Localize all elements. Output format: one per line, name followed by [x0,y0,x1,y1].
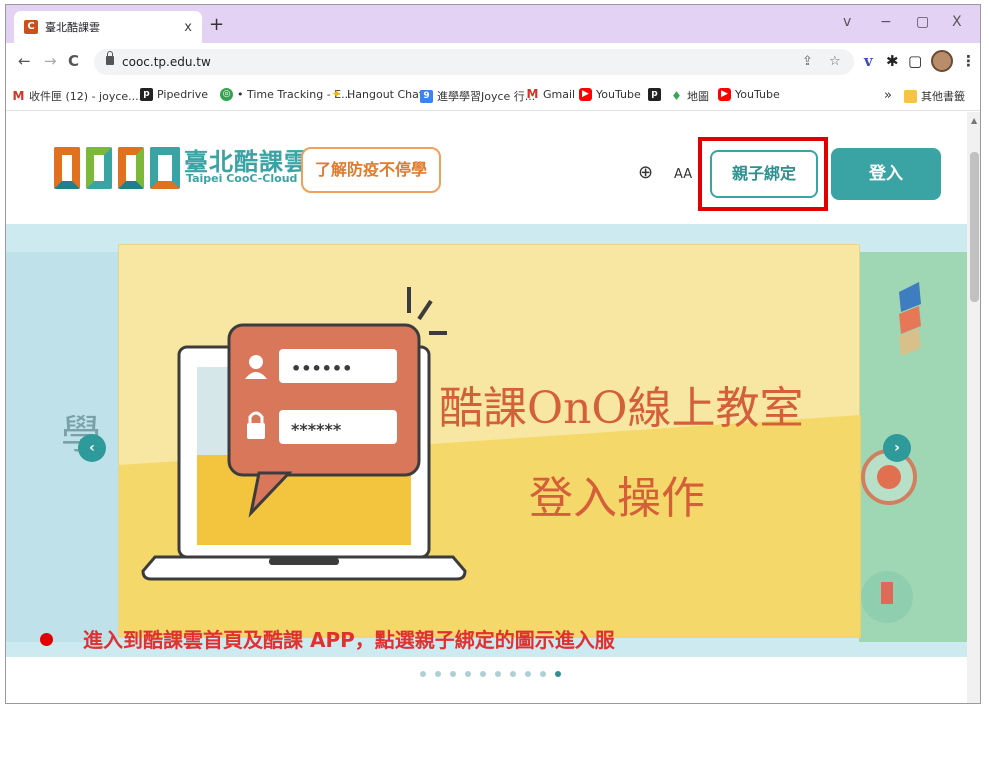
vertical-scrollbar[interactable]: ▲ [967,112,980,703]
bookmark-label: Hangout Chat [347,88,424,101]
scroll-up-arrow-icon[interactable]: ▲ [971,116,977,125]
bookmark-label: 收件匣 (12) - joyce.... [29,90,143,103]
bookmark-item[interactable]: M 收件匣 (12) - joyce.... [12,88,143,104]
pipedrive-icon: p [648,88,661,101]
logo-subtitle: Taipei CooC-Cloud [186,172,298,185]
covid-learning-button[interactable]: 了解防疫不停學 [301,147,441,193]
forward-button[interactable]: → [44,53,57,69]
parent-binding-button[interactable]: 親子綁定 [710,150,818,198]
address-bar[interactable]: cooc.tp.edu.tw ⇪ ☆ [94,49,854,75]
bookmark-label: 其他書籤 [921,90,965,103]
cooc-logo[interactable] [54,147,184,189]
new-tab-button[interactable]: + [209,16,224,34]
browser-window: C 臺北酷課雲 x + v − ▢ X ← → C cooc.tp.edu.tw… [5,4,981,704]
bookmark-item[interactable]: p [648,88,665,101]
bookmark-label: 地圖 [687,90,709,103]
instruction-caption: 進入到酷課雲首頁及酷課 APP，點選親子綁定的圖示進入服 [40,624,615,653]
font-size-toggle[interactable]: AA [674,167,692,182]
gmail-icon: M [12,88,25,103]
bookmark-label: YouTube [596,88,641,101]
bookmark-label: Gmail [543,88,576,101]
scroll-thumb[interactable] [970,152,979,302]
username-field-text: •••••• [291,359,352,378]
carousel-dots [420,671,570,681]
carousel-dot[interactable] [465,671,471,677]
login-button[interactable]: 登入 [831,148,941,200]
bookmarks-overflow-button[interactable]: » [884,88,892,103]
carousel-dot[interactable] [480,671,486,677]
calendar-icon: 9 [420,89,433,103]
reload-button[interactable]: C [68,53,79,69]
banner-slide[interactable]: •••••• ****** 酷課OnO線上教室 登入操作 [118,244,861,638]
site-header: 臺北酷課雲 Taipei CooC-Cloud 了解防疫不停學 ⊕ AA 親子綁… [6,112,967,224]
bookmarks-bar: M 收件匣 (12) - joyce.... p Pipedrive ◎ • T… [6,81,980,111]
language-globe-icon[interactable]: ⊕ [638,162,653,183]
vimeo-extension-icon[interactable]: v [864,52,873,70]
banner-carousel: 學 •••••• ****** 酷課OnO線上教室 登入操作 ‹ › [6,224,967,657]
bookmark-label: 進學學習Joyce 行... [437,90,536,103]
close-window-button[interactable]: X [952,15,962,29]
carousel-dot[interactable] [510,671,516,677]
minimize-button[interactable]: − [880,15,892,29]
maximize-button[interactable]: ▢ [916,15,929,29]
tab-close-icon[interactable]: x [184,20,192,35]
url-text: cooc.tp.edu.tw [122,55,211,69]
hangout-icon: ✦ [331,87,342,101]
carousel-dot[interactable] [495,671,501,677]
youtube-icon: ▶ [718,88,731,101]
tab-cooc[interactable]: C 臺北酷課雲 x [14,11,202,43]
gmail-icon: M [526,87,539,101]
bookmark-star-icon[interactable]: ☆ [829,54,841,69]
bookmark-item[interactable]: ▶ YouTube [718,88,780,101]
carousel-dot-active[interactable] [555,671,561,677]
pipedrive-icon: p [140,88,153,101]
carousel-dot[interactable] [540,671,546,677]
bookmark-item[interactable]: ✦ Hangout Chat [330,87,424,102]
youtube-icon: ▶ [579,88,592,101]
carousel-next-button[interactable]: › [883,434,911,462]
caption-text: 進入到酷課雲首頁及酷課 APP，點選親子綁定的圖示進入服 [83,628,615,652]
folder-icon [904,89,917,103]
next-slide-art [861,282,921,623]
bookmark-label: YouTube [735,88,780,101]
tab-title: 臺北酷課雲 [45,21,100,34]
password-field-text: ****** [291,420,342,439]
back-button[interactable]: ← [18,53,31,69]
banner-headline: 酷課OnO線上教室 [439,383,803,434]
carousel-prev-button[interactable]: ‹ [78,434,106,462]
bookmark-item[interactable]: M Gmail [526,87,576,102]
banner-illustration: •••••• ****** 酷課OnO線上教室 登入操作 [119,287,861,638]
carousel-dot[interactable] [525,671,531,677]
map-pin-icon: ♦ [671,88,682,103]
browser-toolbar: ← → C cooc.tp.edu.tw ⇪ ☆ v ✱ ▢ ⋮ [6,43,980,81]
profile-avatar[interactable] [931,50,953,72]
carousel-dot[interactable] [420,671,426,677]
cooc-favicon-icon: C [24,20,38,34]
bookmark-item[interactable]: p Pipedrive [140,88,208,101]
time-tracking-icon: ◎ [220,88,233,101]
side-panel-icon[interactable]: ▢ [908,52,922,70]
next-slide-peek [859,252,967,642]
web-page: 臺北酷課雲 Taipei CooC-Cloud 了解防疫不停學 ⊕ AA 親子綁… [6,112,967,703]
lock-icon [106,51,114,65]
share-icon[interactable]: ⇪ [802,54,813,69]
bookmark-item[interactable]: ♦ 地圖 [670,88,709,104]
carousel-dot[interactable] [450,671,456,677]
other-bookmarks-folder[interactable]: 其他書籤 [904,88,965,104]
extensions-puzzle-icon[interactable]: ✱ [886,52,899,70]
bookmark-item[interactable]: ▶ YouTube [579,88,641,101]
carousel-dot[interactable] [435,671,441,677]
tab-search-icon[interactable]: v [843,15,851,29]
bullet-icon [40,633,53,646]
bookmark-item[interactable]: 9 進學學習Joyce 行... [420,88,535,104]
banner-subheadline: 登入操作 [529,473,705,524]
tab-strip: C 臺北酷課雲 x + v − ▢ X [6,5,980,43]
bookmark-label: Pipedrive [157,88,209,101]
menu-kebab-icon[interactable]: ⋮ [961,52,976,70]
